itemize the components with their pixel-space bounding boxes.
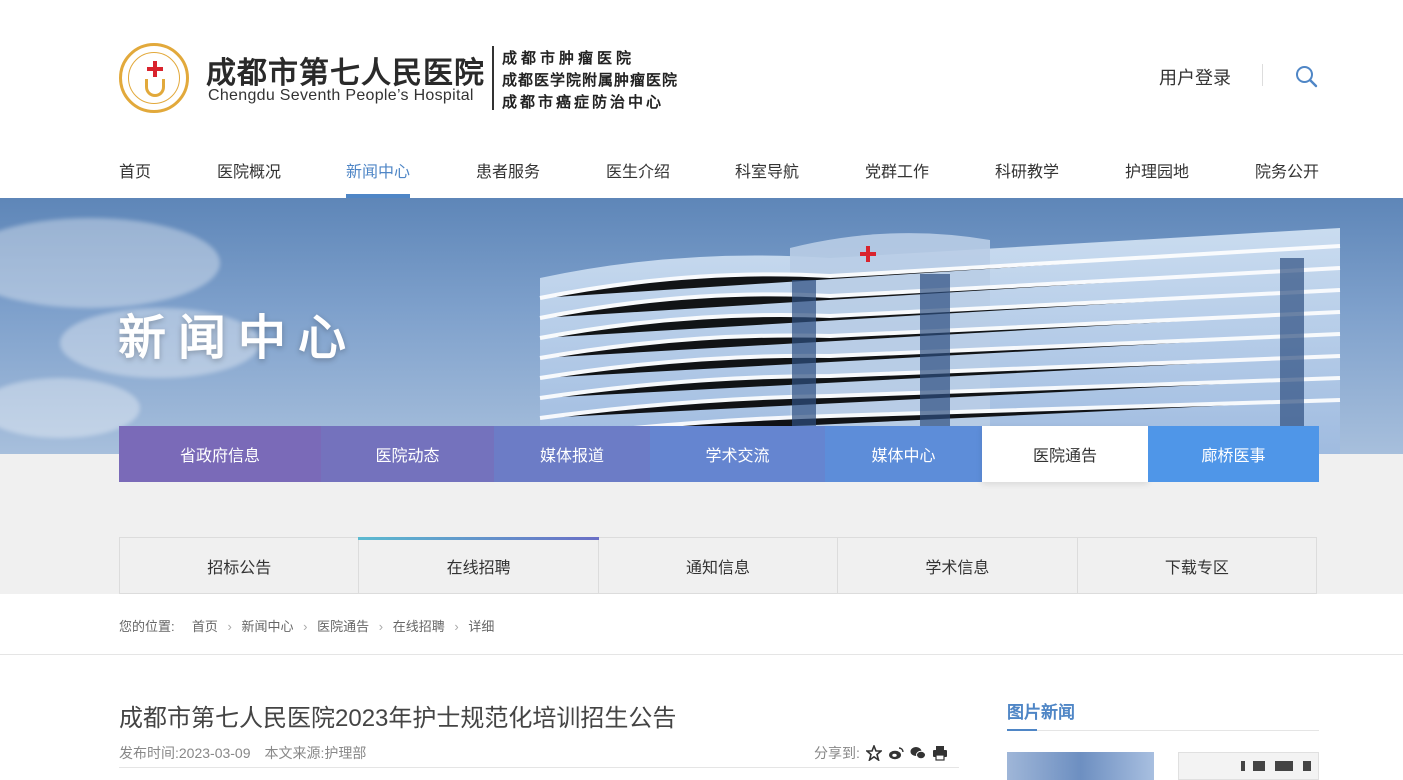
publish-date: 2023-03-09 (178, 745, 251, 761)
red-cross-icon (147, 61, 163, 77)
cat-tab-langqiao[interactable]: 廊桥医事 (1148, 426, 1319, 482)
person-figure-icon (145, 79, 165, 97)
banner-title: 新闻中心 (118, 310, 359, 366)
chevron-right-icon: › (378, 619, 384, 634)
sub-tab-academic-info[interactable]: 学术信息 (838, 538, 1078, 593)
search-icon[interactable] (1294, 64, 1318, 88)
breadcrumb-news[interactable]: 新闻中心 (241, 616, 293, 635)
sub-tab-tender[interactable]: 招标公告 (120, 538, 360, 593)
sub-tab-notices[interactable]: 通知信息 (599, 538, 839, 593)
cat-tab-media-reports[interactable]: 媒体报道 (494, 426, 650, 482)
breadcrumb-detail: 详细 (468, 619, 495, 634)
share-bar: 分享到: (814, 743, 948, 763)
nav-item-departments[interactable]: 科室导航 (735, 158, 799, 182)
share-label: 分享到: (814, 745, 860, 761)
logo-divider (492, 46, 494, 110)
sub-tabs: 招标公告 在线招聘 通知信息 学术信息 下载专区 (119, 537, 1317, 594)
cat-tab-gov-info[interactable]: 省政府信息 (119, 426, 321, 482)
article-source: 护理部 (324, 745, 367, 761)
breadcrumb-notices[interactable]: 医院通告 (317, 616, 369, 635)
picture-news-thumbnail[interactable] (1178, 752, 1319, 780)
header-divider (1262, 64, 1263, 86)
source-label: 本文来源: (264, 745, 325, 761)
nav-item-home[interactable]: 首页 (119, 158, 151, 182)
date-label: 发布时间: (119, 745, 179, 761)
sub-tab-recruitment[interactable]: 在线招聘 (358, 537, 600, 593)
hero-banner: 新闻中心 (0, 198, 1403, 454)
logo-chinese-name[interactable]: 成都市第七人民医院 (206, 48, 485, 92)
nav-item-patient-service[interactable]: 患者服务 (476, 158, 540, 182)
main-nav: 首页 医院概况 新闻中心 患者服务 医生介绍 科室导航 党群工作 科研教学 护理… (0, 140, 1403, 198)
breadcrumb-home[interactable]: 首页 (192, 616, 218, 635)
logo-subtitle-2: 成都医学院附属肿瘤医院 (502, 71, 679, 89)
cat-tab-media-center[interactable]: 媒体中心 (825, 426, 982, 482)
breadcrumb-label: 您的位置: (119, 619, 175, 634)
weibo-icon[interactable] (888, 745, 904, 761)
picture-news-divider (1007, 730, 1319, 731)
star-icon[interactable] (865, 745, 882, 761)
logo-subtitle-3: 成都市癌症防治中心 (502, 93, 665, 111)
picture-news-heading[interactable]: 图片新闻 (1007, 698, 1075, 723)
nav-item-news[interactable]: 新闻中心 (346, 158, 410, 182)
cat-tab-hospital-news[interactable]: 医院动态 (321, 426, 494, 482)
chevron-right-icon: › (454, 619, 459, 634)
nav-item-doctors[interactable]: 医生介绍 (606, 158, 670, 182)
breadcrumb-divider (0, 654, 1403, 655)
picture-news-underline (1007, 729, 1037, 731)
cat-tab-notices[interactable]: 医院通告 (982, 426, 1148, 482)
logo-subtitle-1: 成都市肿瘤医院 (502, 49, 636, 67)
breadcrumb: 您的位置: 首页 › 新闻中心 › 医院通告 › 在线招聘 › 详细 (119, 616, 494, 635)
nav-item-affairs[interactable]: 院务公开 (1255, 158, 1319, 182)
nav-item-party[interactable]: 党群工作 (865, 158, 929, 182)
print-icon[interactable] (932, 745, 948, 761)
article-title: 成都市第七人民医院2023年护士规范化培训招生公告 (119, 705, 677, 732)
login-link[interactable]: 用户登录 (1159, 64, 1231, 90)
article-meta-divider (119, 767, 959, 768)
article-meta: 发布时间:2023-03-09 本文来源:护理部 (119, 743, 366, 763)
breadcrumb-recruitment[interactable]: 在线招聘 (393, 616, 445, 635)
hospital-logo-icon[interactable] (119, 43, 189, 113)
cat-tab-academic[interactable]: 学术交流 (650, 426, 825, 482)
category-tabs: 省政府信息 医院动态 媒体报道 学术交流 媒体中心 医院通告 廊桥医事 (119, 426, 1319, 482)
picture-news-thumbnail[interactable] (1007, 752, 1154, 780)
sub-tab-downloads[interactable]: 下载专区 (1078, 538, 1316, 593)
hospital-building-image (539, 228, 1341, 454)
nav-item-overview[interactable]: 医院概况 (217, 158, 281, 182)
nav-item-research[interactable]: 科研教学 (995, 158, 1059, 182)
nav-item-nursing[interactable]: 护理园地 (1125, 158, 1189, 182)
wechat-icon[interactable] (910, 745, 926, 761)
chevron-right-icon: › (227, 619, 232, 634)
logo-english-name[interactable]: Chengdu Seventh People’s Hospital (208, 87, 474, 105)
chevron-right-icon: › (303, 619, 308, 634)
